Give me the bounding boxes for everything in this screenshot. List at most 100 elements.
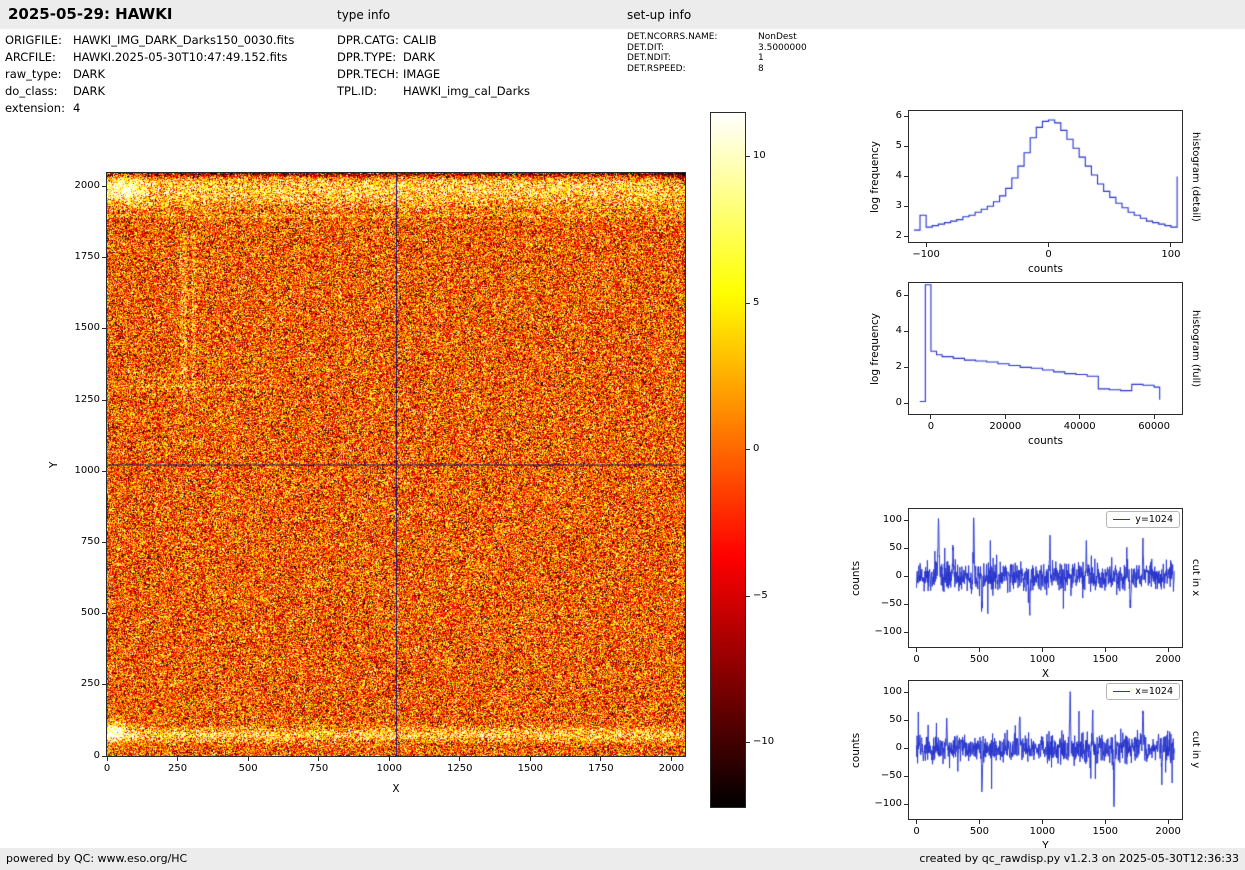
x-tick-label: 1500 (1092, 826, 1118, 837)
x-axis-label: X (392, 783, 400, 795)
meta-row: DPR.TYPE: DARK (337, 50, 530, 67)
y-tick-mark (904, 691, 908, 693)
type-info-block: DPR.CATG: CALIB DPR.TYPE: DARK DPR.TECH: IMAG… (337, 33, 530, 101)
y-tick-label: 250 (80, 678, 100, 690)
x-tick-mark (978, 820, 980, 824)
y-tick-label: 0 (895, 570, 902, 582)
meta-label: DET.NDIT: (627, 53, 671, 63)
x-axis-label: X (1041, 668, 1050, 680)
x-tick-mark (916, 820, 918, 824)
x-tick-label: 2000 (658, 763, 685, 774)
y-tick-mark (102, 186, 106, 188)
x-tick-mark (177, 757, 179, 761)
footer-right-text: created by qc_rawdisp.py v1.2.3 on 2025-… (919, 852, 1239, 865)
x-tick-label: 1500 (517, 763, 544, 774)
y-tick-mark (904, 719, 908, 721)
x-tick-label: 500 (969, 654, 989, 665)
cut-in-x-plot: 0 500 1000 1500 2000 −100 −50 0 50 100 Xcounts cut … (850, 508, 1201, 680)
x-tick-label: 1750 (588, 763, 614, 774)
meta-value: 4 (73, 101, 81, 115)
meta-row: DET.NDIT: 1 (627, 53, 807, 64)
plot-side-title: cut in x (1190, 559, 1201, 597)
x-tick-mark (1004, 415, 1006, 419)
y-tick-label: 1500 (74, 322, 100, 334)
y-tick-label: 1000 (74, 464, 100, 476)
y-tick-label: 6 (895, 289, 902, 301)
cut_y-canvas (909, 681, 1182, 819)
meta-row: extension: 4 (5, 101, 294, 118)
x-tick-mark (529, 757, 531, 761)
y-tick-label: 0 (895, 396, 902, 408)
plot-side-title: histogram (full) (1190, 309, 1201, 388)
meta-label: TPL.ID: (337, 84, 378, 98)
type-info-heading: type info (337, 8, 391, 22)
y-tick-label: 2000 (74, 180, 100, 192)
y-axis-label: log frequency (868, 140, 881, 213)
y-tick-mark (102, 328, 106, 330)
meta-value: 8 (758, 63, 764, 74)
meta-row: raw_type: DARK (5, 67, 294, 84)
colorbar-tick-label: −10 (753, 736, 775, 748)
x-tick-label: 750 (309, 763, 329, 774)
cut-in-y-plot: 0 500 1000 1500 2000 −100 −50 0 50 100 Ycounts cut … (850, 680, 1201, 852)
y-tick-mark (102, 755, 106, 757)
x-tick-label: 2000 (1155, 826, 1181, 837)
y-tick-mark (904, 366, 908, 368)
x-tick-mark (600, 757, 602, 761)
y-axis-label: counts (850, 732, 863, 768)
meta-label: DPR.TECH: (337, 67, 399, 81)
y-tick-mark (904, 402, 908, 404)
x-axis-label: counts (1027, 435, 1064, 447)
y-tick-label: 4 (895, 170, 902, 181)
cut_x-canvas (909, 509, 1182, 647)
meta-label: extension: (5, 101, 65, 115)
meta-value: HAWKI_IMG_DARK_Darks150_0030.fits (73, 33, 295, 47)
meta-label: DET.DIT: (627, 42, 665, 53)
y-tick-label: 500 (80, 607, 100, 619)
meta-label: raw_type: (5, 67, 62, 81)
main_image-canvas (107, 173, 685, 756)
y-tick-mark (904, 205, 908, 207)
legend: x=1024 (1106, 683, 1180, 700)
x-tick-mark (1104, 648, 1106, 652)
x-axis-label: counts (1027, 263, 1064, 275)
y-tick-label: 1250 (74, 393, 100, 405)
dark-frame-image-plot: 0 250 500 750 1000 1250 1500 1750 2000 0 250 500 750… (48, 172, 686, 795)
meta-row: DET.RSPEED: 8 (627, 64, 807, 75)
plot-side-title: cut in y (1190, 731, 1201, 769)
meta-value: 3.5000000 (758, 42, 807, 53)
y-tick-mark (904, 295, 908, 297)
colorbar-tick-mark (746, 595, 750, 597)
legend-label: y=1024 (1135, 514, 1173, 525)
x-tick-mark (670, 757, 672, 761)
x-tick-label: 20000 (989, 421, 1022, 432)
meta-label: ARCFILE: (5, 50, 56, 64)
y-tick-label: 2 (895, 229, 902, 241)
meta-label: DET.RSPEED: (627, 63, 686, 74)
y-tick-label: 750 (80, 535, 100, 547)
histogram-full-plot: 0 20000 40000 60000 0 2 4 6 counts log frequency h… (869, 282, 1201, 447)
y-tick-mark (102, 541, 106, 543)
x-tick-label: 1000 (376, 763, 402, 774)
colorbar-tick-label: 0 (753, 443, 760, 455)
plot-side-title: histogram (detail) (1190, 131, 1201, 222)
x-tick-mark (1041, 820, 1043, 824)
meta-row: DET.NCORRS.NAME: NonDest (627, 32, 807, 43)
colorbar-tick-mark (746, 449, 750, 451)
y-tick-mark (904, 146, 908, 148)
y-tick-mark (904, 176, 908, 177)
x-tick-label: 1000 (1029, 826, 1056, 837)
x-tick-label: −100 (912, 249, 940, 260)
meta-value: CALIB (403, 33, 437, 47)
x-tick-mark (1167, 648, 1169, 652)
footer-left-text: powered by QC: www.eso.org/HC (6, 852, 188, 865)
meta-row: do_class: DARK (5, 84, 294, 101)
x-tick-label: 40000 (1063, 421, 1096, 432)
meta-value: HAWKI.2025-05-30T10:47:49.152.fits (73, 50, 288, 64)
y-tick-label: 6 (895, 110, 902, 122)
y-axis-label: counts (850, 560, 863, 596)
colorbar: 10 5 0 −5 −10 (710, 112, 774, 808)
y-tick-label: −100 (874, 798, 902, 810)
x-tick-label: 250 (168, 763, 188, 774)
x-tick-mark (106, 757, 108, 761)
